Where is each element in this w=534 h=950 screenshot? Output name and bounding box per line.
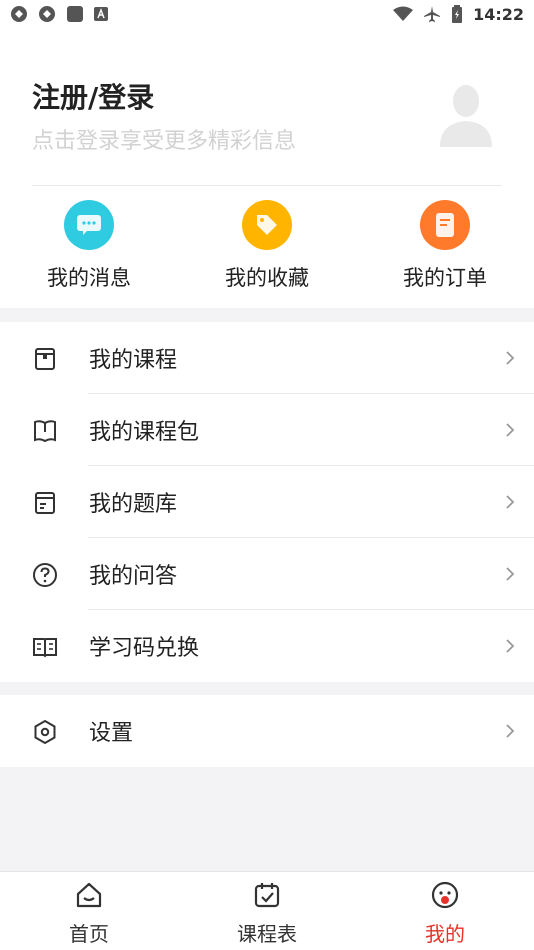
calendar-icon bbox=[254, 883, 280, 908]
app-square-icon bbox=[67, 6, 83, 22]
menu-item-label: 我的题库 bbox=[89, 492, 178, 517]
quick-action-label: 我的消息 bbox=[47, 266, 131, 290]
sync-icon bbox=[11, 6, 27, 22]
menu-item-label: 我的课程 bbox=[89, 348, 178, 373]
book-icon bbox=[34, 420, 56, 443]
tab-label: 课程表 bbox=[237, 922, 297, 946]
course-icon bbox=[35, 348, 55, 370]
status-right: 14:22 bbox=[393, 5, 524, 24]
menu-item-question-bank[interactable]: 我的题库 bbox=[0, 466, 534, 538]
settings-group: 设置 bbox=[0, 695, 534, 767]
tab-label: 我的 bbox=[425, 922, 465, 946]
order-icon bbox=[420, 200, 470, 250]
tab-schedule[interactable]: 课程表 bbox=[207, 880, 327, 947]
login-title[interactable]: 注册/登录 bbox=[32, 76, 154, 116]
tab-home[interactable]: 首页 bbox=[29, 880, 149, 947]
tab-profile[interactable]: 我的 bbox=[385, 880, 505, 947]
settings-icon bbox=[34, 719, 56, 745]
avatar-icon[interactable] bbox=[438, 83, 494, 147]
menu-item-settings[interactable]: 设置 bbox=[0, 695, 534, 767]
header-divider bbox=[32, 185, 502, 186]
status-left bbox=[10, 5, 108, 23]
menu-item-label: 我的问答 bbox=[89, 564, 178, 589]
menu-item-redeem-code[interactable]: 学习码兑换 bbox=[0, 610, 534, 682]
quick-action-messages[interactable]: 我的消息 bbox=[19, 200, 159, 292]
bottom-tab-bar: 首页 课程表 我的 bbox=[0, 871, 534, 950]
favorite-tag-icon bbox=[242, 200, 292, 250]
battery-icon bbox=[452, 5, 463, 23]
menu-item-label: 我的课程包 bbox=[89, 420, 200, 445]
tab-label: 首页 bbox=[69, 922, 109, 946]
quick-action-favorites[interactable]: 我的收藏 bbox=[197, 200, 337, 292]
quick-action-label: 我的订单 bbox=[403, 266, 487, 290]
quick-action-orders[interactable]: 我的订单 bbox=[375, 200, 515, 292]
login-subtitle[interactable]: 点击登录享受更多精彩信息 bbox=[32, 123, 296, 155]
airplane-icon bbox=[424, 6, 441, 22]
menu-item-label: 学习码兑换 bbox=[89, 636, 200, 661]
chevron-right-icon bbox=[506, 724, 515, 738]
menu-list: 我的课程 我的课程包 我的题库 我的问答 学习码兑换 bbox=[0, 322, 534, 682]
chevron-right-icon bbox=[506, 567, 515, 581]
home-icon bbox=[76, 882, 102, 908]
menu-item-course-package[interactable]: 我的课程包 bbox=[0, 394, 534, 466]
question-bank-icon bbox=[35, 492, 55, 514]
message-icon bbox=[64, 200, 114, 250]
sync-icon bbox=[39, 6, 55, 22]
chevron-right-icon bbox=[506, 495, 515, 509]
menu-item-label: 设置 bbox=[89, 721, 134, 746]
status-bar: 14:22 bbox=[0, 0, 534, 28]
profile-face-icon bbox=[431, 881, 459, 909]
status-time: 14:22 bbox=[473, 4, 524, 24]
menu-item-my-courses[interactable]: 我的课程 bbox=[0, 322, 534, 394]
open-book-icon bbox=[33, 638, 57, 658]
chevron-right-icon bbox=[506, 423, 515, 437]
profile-header: 注册/登录 点击登录享受更多精彩信息 我的消息 我的收藏 我的订单 bbox=[0, 28, 534, 308]
font-a-icon bbox=[94, 7, 108, 21]
chevron-right-icon bbox=[506, 639, 515, 653]
wifi-icon bbox=[393, 6, 414, 21]
chevron-right-icon bbox=[506, 351, 515, 365]
menu-item-my-qa[interactable]: 我的问答 bbox=[0, 538, 534, 610]
question-mark-icon bbox=[33, 563, 57, 587]
quick-action-label: 我的收藏 bbox=[225, 266, 309, 290]
